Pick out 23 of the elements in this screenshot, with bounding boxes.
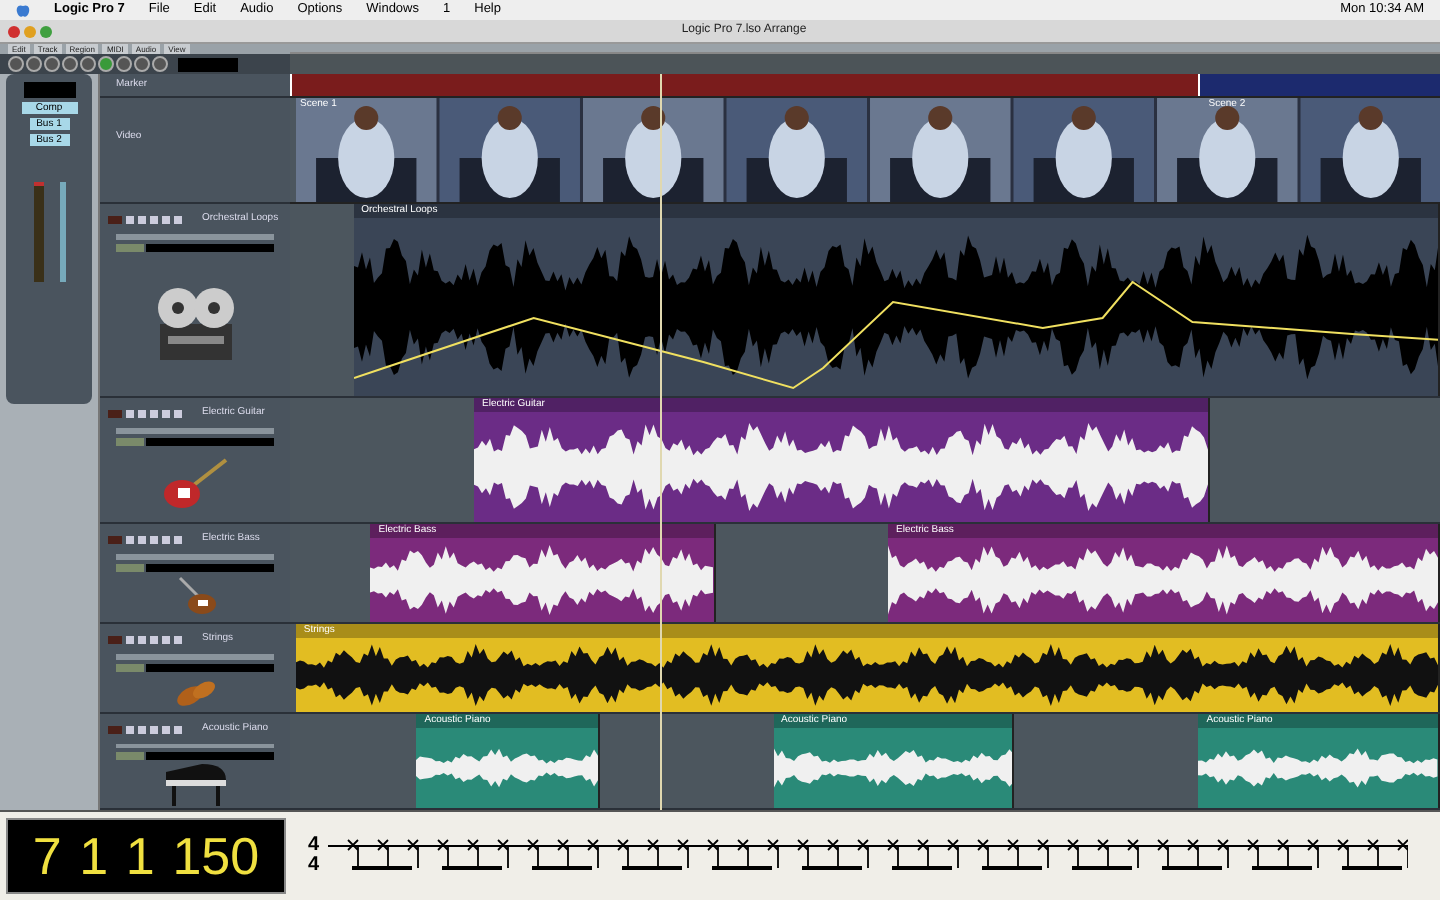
track-mode-icon: [108, 409, 122, 418]
position-digit: 7: [32, 830, 62, 882]
position-digit: 1: [125, 830, 155, 882]
track-mode-icon: [108, 215, 122, 224]
position-digit: 150: [172, 830, 260, 882]
piano-icon: [161, 760, 229, 808]
transport-display: [178, 57, 238, 71]
time-signature: 4: [308, 856, 320, 876]
position-digit: 1: [79, 830, 109, 882]
track-menu[interactable]: [116, 743, 274, 748]
track-menu[interactable]: [116, 653, 274, 659]
track-menu[interactable]: [116, 553, 274, 559]
time-signature: 4: [308, 836, 320, 856]
track-menu[interactable]: [116, 427, 274, 433]
volume-fader[interactable]: [59, 182, 65, 282]
guitar-icon: [161, 455, 229, 512]
track-mode-icon: [108, 535, 122, 544]
track-menu[interactable]: [116, 233, 274, 239]
level-meter: [33, 182, 43, 282]
track-mode-icon: [108, 635, 122, 644]
eq-display: [23, 82, 75, 98]
track-mode-icon: [108, 725, 122, 734]
apple-icon[interactable]: [16, 2, 30, 18]
